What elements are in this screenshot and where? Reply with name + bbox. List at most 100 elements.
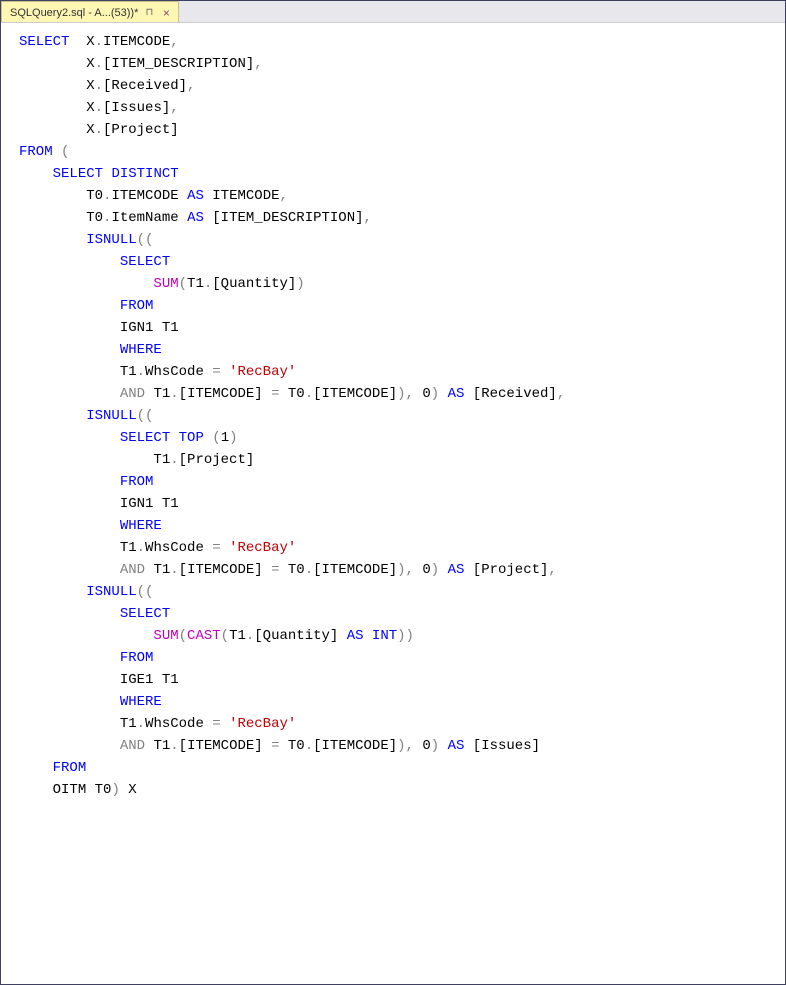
kw-as: AS	[187, 188, 204, 204]
lparen: (	[179, 276, 187, 292]
dot: .	[95, 56, 103, 72]
dot: .	[137, 716, 145, 732]
str-recbay: 'RecBay'	[229, 540, 296, 556]
rparen: )	[296, 276, 304, 292]
kw-from: FROM	[53, 760, 87, 776]
dot: .	[137, 540, 145, 556]
col-itemcode: ITEMCODE	[103, 34, 170, 50]
kw-from: FROM	[120, 474, 154, 490]
comma: ,	[406, 386, 414, 402]
str-recbay: 'RecBay'	[229, 364, 296, 380]
tbl-ign1: IGN1	[120, 496, 154, 512]
kw-where: WHERE	[120, 694, 162, 710]
close-icon[interactable]: ×	[160, 7, 172, 19]
eq: =	[212, 540, 220, 556]
comma: ,	[280, 188, 288, 204]
alias-x: X	[86, 56, 94, 72]
lparen: (	[221, 628, 229, 644]
kw-where: WHERE	[120, 342, 162, 358]
tbl-oitm: OITM	[53, 782, 87, 798]
rparen: )	[397, 562, 405, 578]
rparen: )	[229, 430, 237, 446]
alias-t1: T1	[120, 716, 137, 732]
comma: ,	[406, 738, 414, 754]
dot: .	[305, 386, 313, 402]
alias-t1: T1	[153, 562, 170, 578]
al-itemcode: ITEMCODE	[212, 188, 279, 204]
fn-cast: CAST	[187, 628, 221, 644]
kw-where: WHERE	[120, 518, 162, 534]
comma: ,	[406, 562, 414, 578]
num-zero: 0	[422, 562, 430, 578]
dot: .	[95, 78, 103, 94]
kw-select: SELECT	[120, 254, 170, 270]
kw-as: AS	[448, 738, 465, 754]
col-itemcode-br: [ITEMCODE]	[179, 386, 263, 402]
pin-icon[interactable]: ⊓	[144, 8, 154, 18]
rparen: )	[397, 386, 405, 402]
eq: =	[271, 738, 279, 754]
col-itemname: ItemName	[111, 210, 178, 226]
lpp: ((	[137, 232, 154, 248]
alias-x: X	[86, 100, 94, 116]
col-whscode: WhsCode	[145, 364, 204, 380]
kw-select: SELECT	[53, 166, 103, 182]
alias-x: X	[86, 34, 94, 50]
code-editor[interactable]: SELECT X.ITEMCODE, X.[ITEM_DESCRIPTION],…	[1, 23, 785, 809]
dot: .	[170, 386, 178, 402]
al-received: [Received]	[473, 386, 557, 402]
dot: .	[170, 562, 178, 578]
kw-isnull: ISNULL	[86, 232, 136, 248]
tbl-ign1: IGN1	[120, 320, 154, 336]
alias-t1: T1	[153, 738, 170, 754]
rparen: )	[111, 782, 119, 798]
lpp: ((	[137, 584, 154, 600]
document-tab[interactable]: SQLQuery2.sql - A...(53))* ⊓ ×	[1, 1, 179, 22]
col-desc: [ITEM_DESCRIPTION]	[103, 56, 254, 72]
alias-t1: T1	[120, 364, 137, 380]
eq: =	[212, 716, 220, 732]
alias-t0: T0	[86, 188, 103, 204]
col-project: [Project]	[103, 122, 179, 138]
rpp: ))	[397, 628, 414, 644]
lparen: (	[212, 430, 220, 446]
alias-t0: T0	[95, 782, 112, 798]
fn-sum: SUM	[153, 276, 178, 292]
col-issues: [Issues]	[103, 100, 170, 116]
kw-isnull: ISNULL	[86, 408, 136, 424]
col-itemcode-br: [ITEMCODE]	[313, 738, 397, 754]
col-qty: [Quantity]	[254, 628, 338, 644]
alias-t1: T1	[229, 628, 246, 644]
tab-bar: SQLQuery2.sql - A...(53))* ⊓ ×	[1, 1, 785, 23]
alias-t0: T0	[288, 386, 305, 402]
num-zero: 0	[422, 386, 430, 402]
kw-and: AND	[120, 562, 145, 578]
col-itemcode: ITEMCODE	[111, 188, 178, 204]
alias-x: X	[86, 122, 94, 138]
alias-t0: T0	[86, 210, 103, 226]
col-whscode: WhsCode	[145, 540, 204, 556]
alias-x: X	[128, 782, 136, 798]
tab-title: SQLQuery2.sql - A...(53))*	[10, 7, 138, 19]
al-issues: [Issues]	[473, 738, 540, 754]
comma: ,	[170, 34, 178, 50]
rparen: )	[431, 738, 439, 754]
dot: .	[95, 122, 103, 138]
kw-distinct: DISTINCT	[111, 166, 178, 182]
kw-from: FROM	[120, 650, 154, 666]
comma: ,	[364, 210, 372, 226]
col-received: [Received]	[103, 78, 187, 94]
kw-from: FROM	[120, 298, 154, 314]
col-qty: [Quantity]	[212, 276, 296, 292]
comma: ,	[170, 100, 178, 116]
eq: =	[271, 386, 279, 402]
lpp: ((	[137, 408, 154, 424]
rparen: )	[431, 386, 439, 402]
rparen: )	[397, 738, 405, 754]
comma: ,	[254, 56, 262, 72]
alias-t1: T1	[187, 276, 204, 292]
alias-t1: T1	[162, 496, 179, 512]
alias-t1: T1	[153, 386, 170, 402]
al-project: [Project]	[473, 562, 549, 578]
kw-select: SELECT	[120, 430, 170, 446]
